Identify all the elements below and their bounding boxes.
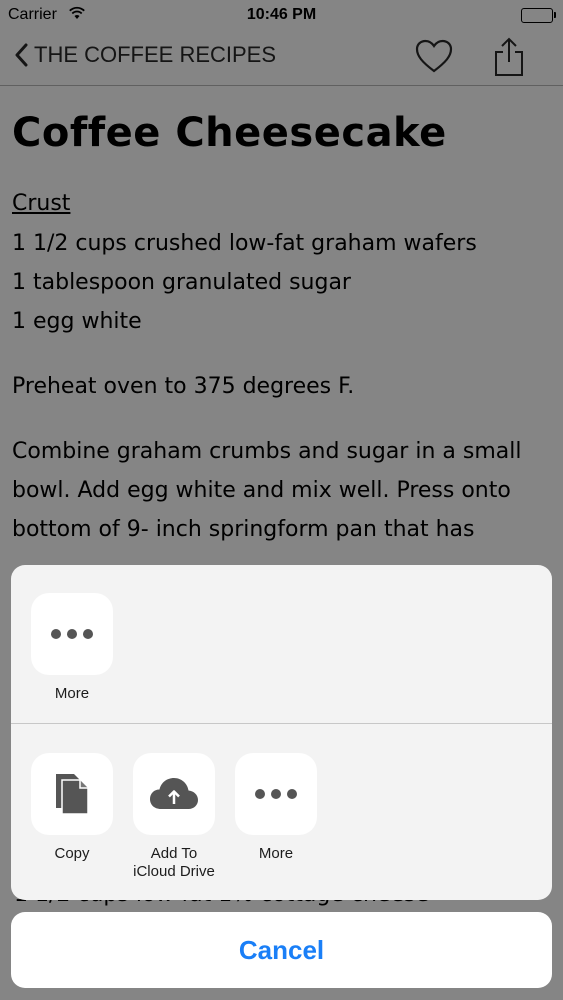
more-actions-action[interactable]: More: [235, 753, 317, 863]
action-label: More: [54, 685, 90, 702]
sheet-divider: [11, 723, 552, 724]
action-tile: [133, 753, 215, 835]
cancel-button[interactable]: Cancel: [11, 912, 552, 988]
icloud-upload-icon: [150, 778, 198, 809]
more-apps-action[interactable]: More: [31, 593, 113, 703]
add-to-icloud-drive-action[interactable]: Add To iCloud Drive: [133, 753, 215, 881]
action-label: More: [258, 845, 294, 862]
copy-action[interactable]: Copy: [31, 753, 113, 863]
action-label: Copy: [54, 845, 90, 862]
more-icon: [51, 629, 93, 639]
action-tile: [31, 593, 113, 675]
action-tile: [31, 753, 113, 835]
share-sheet: More Copy Add To iCloud Drive More: [11, 565, 552, 900]
more-icon: [255, 789, 297, 799]
action-label: Add To iCloud Drive: [133, 845, 215, 880]
share-sheet-app-row: More: [11, 565, 552, 723]
copy-icon: [56, 774, 89, 815]
action-tile: [235, 753, 317, 835]
